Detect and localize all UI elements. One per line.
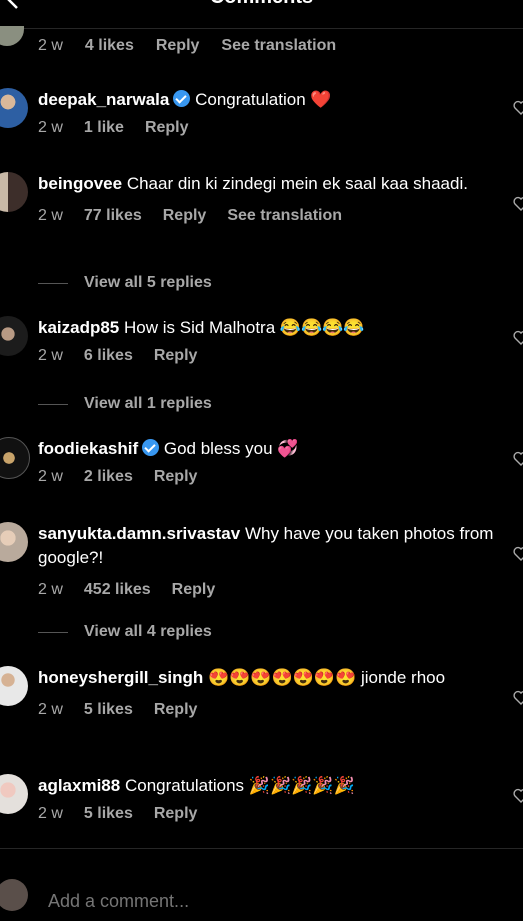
reply-button[interactable]: Reply (154, 344, 198, 368)
comment-time: 2 w (38, 701, 63, 718)
avatar[interactable] (0, 316, 28, 356)
comment-emoji: 😂😂😂😂 (279, 318, 365, 337)
comment-time: 2 w (38, 347, 63, 364)
comment-meta: 2 w 5 likes Reply (38, 698, 503, 722)
comment-emoji: 🎉🎉🎉🎉🎉 (248, 776, 355, 795)
avatar (0, 879, 28, 911)
comment-composer (0, 848, 523, 921)
avatar[interactable] (0, 172, 28, 212)
comment-username[interactable]: honeyshergill_singh (38, 668, 203, 687)
comment-time: 2 w (38, 468, 63, 485)
see-translation-button[interactable]: See translation (221, 37, 336, 55)
comment-meta: 2 w 5 likes Reply (38, 802, 503, 826)
reply-button[interactable]: Reply (145, 116, 189, 140)
likes-count[interactable]: 5 likes (84, 698, 133, 722)
comment-text: How is Sid Malhotra (124, 318, 276, 337)
verified-badge-icon (173, 90, 191, 107)
comment-username[interactable]: aglaxmi88 (38, 776, 120, 795)
divider (38, 631, 68, 633)
comment-username[interactable]: beingovee (38, 174, 122, 193)
avatar[interactable] (0, 774, 28, 814)
like-heart-icon[interactable] (513, 451, 523, 467)
reply-button[interactable]: Reply (154, 465, 198, 489)
comment-time: 2 w (38, 805, 63, 822)
see-translation-button[interactable]: See translation (227, 204, 342, 228)
comment-emoji: ❤️ (310, 90, 332, 109)
divider (38, 403, 68, 405)
view-replies-button[interactable]: View all 1 replies (38, 395, 212, 413)
comment-text: Congratulations (124, 776, 245, 795)
header: Comments (0, 0, 523, 29)
comment-username[interactable]: sanyukta.damn.srivastav (38, 524, 240, 543)
view-replies-button[interactable]: View all 4 replies (38, 623, 212, 641)
like-heart-icon[interactable] (513, 690, 523, 706)
like-heart-icon[interactable] (513, 546, 523, 562)
verified-badge-icon (142, 439, 160, 456)
avatar[interactable] (0, 26, 24, 46)
comment-username[interactable]: deepak_narwala (38, 90, 169, 109)
like-heart-icon[interactable] (513, 196, 523, 212)
likes-count[interactable]: 77 likes (84, 204, 142, 228)
reply-button[interactable]: Reply (172, 578, 216, 602)
comment-meta: 2 w 452 likes Reply (38, 578, 503, 602)
comment-time: 2 w (38, 119, 63, 136)
likes-count[interactable]: 1 like (84, 116, 124, 140)
avatar[interactable] (0, 88, 28, 128)
comment-time: 2 w (38, 207, 63, 224)
comment-meta: 2 w 4 likes Reply See translation (38, 37, 336, 55)
avatar[interactable] (0, 666, 28, 706)
comment-text: Congratulation (195, 90, 306, 109)
likes-count[interactable]: 452 likes (84, 578, 151, 602)
reply-button[interactable]: Reply (156, 37, 200, 55)
reply-button[interactable]: Reply (154, 698, 198, 722)
comment-time: 2 w (38, 581, 63, 598)
comment-text: jionde rhoo (360, 668, 446, 687)
likes-count[interactable]: 6 likes (84, 344, 133, 368)
comment-username[interactable]: kaizadp85 (38, 318, 119, 337)
view-replies-button[interactable]: View all 5 replies (38, 274, 212, 292)
reply-button[interactable]: Reply (163, 204, 207, 228)
comment-time: 2 w (38, 37, 63, 54)
view-replies-label: View all 4 replies (84, 623, 212, 640)
page-title: Comments (0, 0, 523, 9)
likes-count[interactable]: 2 likes (84, 465, 133, 489)
view-replies-label: View all 1 replies (84, 395, 212, 412)
comment-meta: 2 w 77 likes Reply See translation (38, 204, 503, 228)
comment-text: Chaar din ki zindegi mein ek saal kaa sh… (126, 174, 468, 193)
comment-meta: 2 w 6 likes Reply (38, 344, 503, 368)
like-heart-icon[interactable] (513, 788, 523, 804)
likes-count[interactable]: 5 likes (84, 802, 133, 826)
comment-username[interactable]: foodiekashif (38, 439, 138, 458)
comment-input[interactable] (48, 891, 488, 912)
comment-emoji: 😍😍😍😍😍😍😍 (208, 668, 357, 687)
likes-count[interactable]: 4 likes (85, 37, 134, 55)
comment-emoji: 💞 (277, 439, 299, 458)
reply-button[interactable]: Reply (154, 802, 198, 826)
avatar[interactable] (0, 437, 30, 479)
like-heart-icon[interactable] (513, 330, 523, 346)
comment-meta: 2 w 1 like Reply (38, 116, 503, 140)
avatar[interactable] (0, 522, 28, 562)
divider (38, 282, 68, 284)
comment-meta: 2 w 2 likes Reply (38, 465, 503, 489)
comment-text: God bless you (163, 439, 273, 458)
like-heart-icon[interactable] (513, 100, 523, 116)
view-replies-label: View all 5 replies (84, 274, 212, 291)
